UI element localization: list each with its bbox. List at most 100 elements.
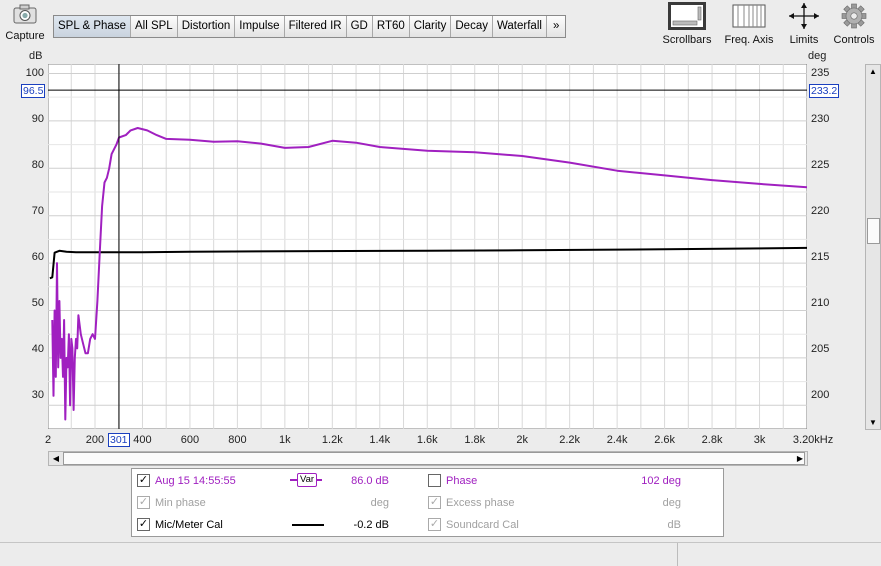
mic-cal-checkbox[interactable]: ✓: [137, 518, 150, 531]
controls-label: Controls: [833, 34, 875, 46]
freq-axis-label: Freq. Axis: [724, 34, 774, 46]
x-tick-label: 1.2k: [321, 434, 343, 446]
status-divider: [677, 543, 678, 566]
x-tick-label: 1k: [279, 434, 291, 446]
scrollbars-label: Scrollbars: [662, 34, 712, 46]
capture-button[interactable]: Capture: [4, 3, 46, 42]
scrollbars-button[interactable]: Scrollbars: [660, 1, 714, 46]
soundcard-cal-value: dB: [667, 519, 681, 531]
horizontal-scroll-thumb[interactable]: [63, 452, 805, 465]
camera-icon: [13, 4, 37, 24]
legend-series-value: 86.0 dB: [351, 475, 389, 487]
x-tick-label: 800: [228, 434, 247, 446]
measurement-checkbox[interactable]: ✓: [137, 474, 150, 487]
gear-icon: [841, 3, 867, 29]
legend-panel: ✓ Aug 15 14:55:55 Var 86.0 dB Phase 102 …: [131, 468, 724, 537]
phase-checkbox[interactable]: [428, 474, 441, 487]
y-tick-label: 50: [31, 297, 44, 309]
soundcard-cal-checkbox[interactable]: ✓: [428, 518, 441, 531]
mic-cal-label: Mic/Meter Cal: [155, 519, 223, 531]
min-phase-checkbox[interactable]: ✓: [137, 496, 150, 509]
scroll-right-arrow[interactable]: ▶: [793, 452, 807, 465]
left-axis-unit: dB: [29, 50, 43, 62]
x-tick-label: 2: [44, 434, 52, 446]
x-tick-label: 2k: [516, 434, 528, 446]
y-tick-label: 40: [31, 343, 44, 355]
tab-distortion[interactable]: Distortion: [177, 16, 236, 37]
x-tick-label: 2.2k: [559, 434, 581, 446]
freq-axis-icon: [732, 4, 766, 28]
excess-phase-value: deg: [662, 497, 681, 509]
var-badge[interactable]: Var: [290, 473, 322, 487]
x-tick-label: 3.20kHz: [792, 434, 834, 446]
limits-icon: [789, 3, 819, 29]
cursor-right-value: 233.2: [809, 84, 840, 98]
min-phase-value: deg: [370, 497, 389, 509]
tab-all-spl[interactable]: All SPL: [130, 16, 178, 37]
y-tick-label: 80: [31, 159, 44, 171]
scroll-left-arrow[interactable]: ◀: [49, 452, 63, 465]
tab-waterfall[interactable]: Waterfall: [492, 16, 547, 37]
capture-label: Capture: [5, 30, 45, 42]
right-axis-unit: deg: [808, 50, 827, 62]
soundcard-cal-label: Soundcard Cal: [446, 519, 519, 531]
min-phase-label: Min phase: [155, 497, 206, 509]
phase-value: 102 deg: [641, 475, 681, 487]
x-tick-label: 2.6k: [654, 434, 675, 446]
y-right-tick-label: 220: [811, 205, 830, 217]
x-tick-label: 2.8k: [701, 434, 723, 446]
y-tick-label: 60: [31, 251, 44, 263]
y-right-tick-label: 200: [811, 389, 830, 401]
scrollbars-icon: [668, 2, 706, 30]
x-tick-label: 200: [85, 434, 105, 446]
x-tick-label: 3k: [753, 434, 766, 446]
freq-axis-button[interactable]: Freq. Axis: [720, 1, 778, 46]
controls-button[interactable]: Controls: [830, 1, 878, 46]
scroll-up-arrow[interactable]: ▲: [866, 65, 880, 78]
y-right-tick-label: 225: [811, 159, 830, 171]
legend-series-label: Aug 15 14:55:55: [155, 475, 236, 487]
status-bar: [0, 542, 881, 566]
horizontal-scrollbar[interactable]: ◀ ▶: [48, 451, 808, 466]
mic-cal-value: -0.2 dB: [353, 519, 389, 531]
limits-button[interactable]: Limits: [783, 1, 825, 46]
x-tick-label: 400: [133, 434, 152, 446]
scroll-down-arrow[interactable]: ▼: [866, 416, 880, 429]
x-tick-label: 2.4k: [606, 434, 628, 446]
legend-row: ✓ Mic/Meter Cal -0.2 dB ✓ Soundcard Cal …: [132, 514, 723, 536]
cursor-left-value: 96.5: [21, 84, 46, 98]
x-tick-label: 1.4k: [369, 434, 391, 446]
tab-spl-phase[interactable]: SPL & Phase: [54, 16, 131, 37]
excess-phase-label: Excess phase: [446, 497, 515, 509]
mic-cal-line-swatch: [292, 524, 324, 526]
y-right-tick-label: 205: [811, 343, 830, 355]
y-right-tick-label: 215: [811, 251, 830, 263]
legend-row: ✓ Min phase deg ✓ Excess phase deg: [132, 492, 723, 514]
y-tick-label: 70: [31, 205, 44, 217]
tab-gd[interactable]: GD: [346, 16, 373, 37]
vertical-scrollbar[interactable]: ▲ ▼: [865, 64, 881, 430]
cursor-x-value: 301: [108, 433, 130, 447]
y-tick-label: 100: [25, 67, 44, 79]
x-tick-label: 600: [180, 434, 200, 446]
tab-rt60[interactable]: RT60: [372, 16, 410, 37]
x-tick-label: 1.6k: [416, 434, 438, 446]
legend-row: ✓ Aug 15 14:55:55 Var 86.0 dB Phase 102 …: [132, 470, 723, 492]
phase-label: Phase: [446, 475, 478, 487]
spl-plot[interactable]: [48, 64, 807, 429]
vertical-scroll-thumb[interactable]: [867, 218, 880, 244]
y-right-tick-label: 230: [811, 113, 830, 125]
x-tick-label: 1.8k: [464, 434, 486, 446]
excess-phase-checkbox[interactable]: ✓: [428, 496, 441, 509]
graph-tabs: SPL & Phase All SPL Distortion Impulse F…: [53, 15, 567, 38]
tab-more[interactable]: »: [546, 16, 566, 37]
tab-decay[interactable]: Decay: [451, 16, 493, 37]
tab-clarity[interactable]: Clarity: [409, 16, 452, 37]
y-right-tick-label: 235: [811, 67, 830, 79]
tab-impulse[interactable]: Impulse: [235, 16, 285, 37]
tab-filtered-ir[interactable]: Filtered IR: [284, 16, 347, 37]
y-tick-label: 30: [31, 389, 44, 401]
y-right-tick-label: 210: [811, 297, 830, 309]
limits-label: Limits: [789, 34, 819, 46]
y-tick-label: 90: [31, 113, 44, 125]
